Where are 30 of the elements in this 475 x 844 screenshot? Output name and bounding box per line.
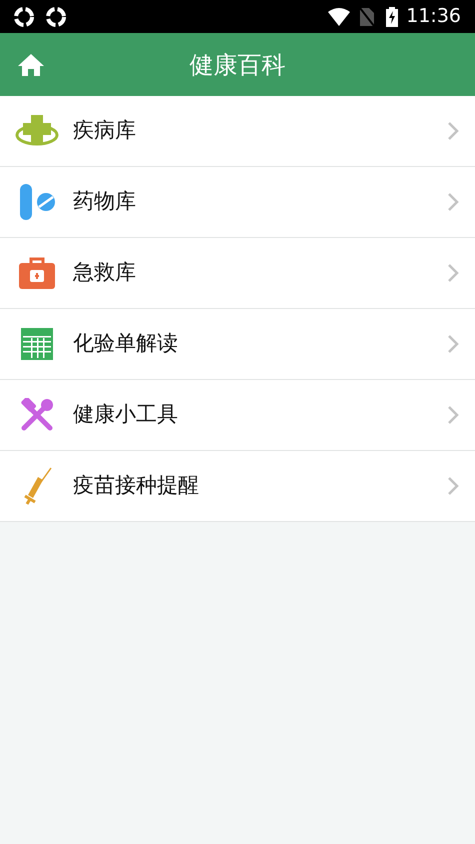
sync-icon — [46, 6, 66, 26]
home-icon — [18, 54, 44, 76]
menu-item[interactable]: 疫苗接种提醒 — [0, 451, 475, 522]
menu-label: 健康小工具 — [73, 401, 179, 428]
page-title: 健康百科 — [190, 50, 286, 80]
menu-label: 化验单解读 — [73, 330, 179, 358]
wrench-hammer-icon — [20, 398, 54, 432]
menu-label: 药物库 — [73, 188, 137, 216]
menu-label: 疾病库 — [73, 117, 137, 144]
chevron-icon — [447, 192, 459, 212]
menu-item[interactable]: 化验单解读 — [0, 309, 475, 380]
menu-item[interactable]: 药物库 — [0, 167, 475, 238]
pill-icon — [18, 184, 56, 220]
menu-item[interactable]: 健康小工具 — [0, 380, 475, 451]
battery-charging-icon — [386, 6, 398, 26]
clock-time: 11:36 — [406, 4, 461, 30]
sync-icon — [14, 6, 34, 26]
chevron-icon — [447, 334, 459, 354]
no-sim-icon — [360, 8, 374, 26]
chevron-icon — [447, 405, 459, 425]
wifi-icon — [328, 8, 350, 26]
menu-item[interactable]: 疾病库 — [0, 96, 475, 167]
menu-item[interactable]: 急救库 — [0, 238, 475, 309]
chevron-icon — [447, 121, 459, 141]
menu-label: 急救库 — [73, 259, 137, 286]
spreadsheet-icon — [20, 328, 52, 360]
chevron-icon — [447, 476, 459, 496]
menu-label: 疫苗接种提醒 — [73, 472, 200, 500]
first-aid-kit-icon — [18, 257, 54, 289]
chevron-icon — [447, 263, 459, 283]
